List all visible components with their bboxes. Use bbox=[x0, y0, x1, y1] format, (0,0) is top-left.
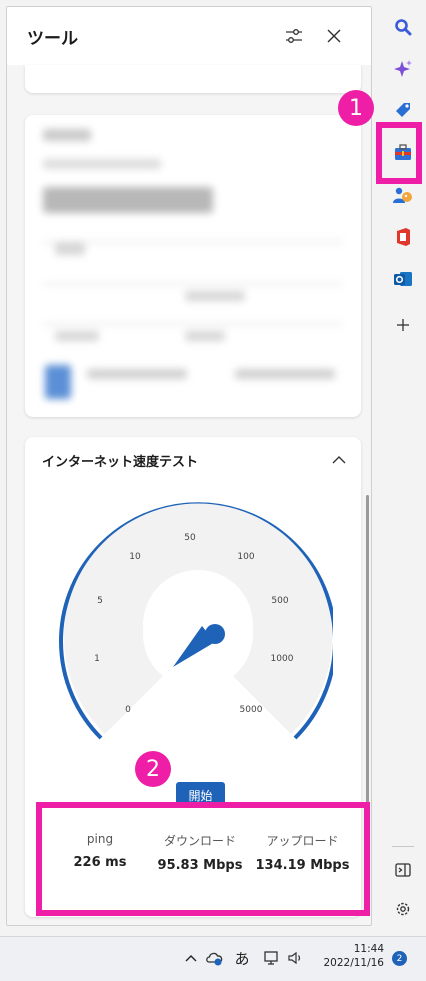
sidebar-shopping[interactable] bbox=[390, 97, 416, 123]
sidebar-panel-icon bbox=[395, 863, 411, 877]
collapse-button[interactable] bbox=[327, 447, 351, 471]
copilot-icon bbox=[394, 60, 412, 77]
network-icon bbox=[264, 951, 278, 965]
shopping-tag-icon bbox=[396, 103, 410, 117]
customize-button[interactable] bbox=[277, 19, 311, 53]
chevron-up-icon bbox=[332, 455, 346, 463]
sidebar-add[interactable] bbox=[390, 312, 416, 338]
close-icon bbox=[327, 29, 341, 43]
system-clock[interactable]: 11:44 2022/11/16 bbox=[320, 942, 384, 970]
blurred-tool-card bbox=[25, 115, 361, 417]
cloud-sync-icon bbox=[206, 952, 223, 966]
settings-icon bbox=[396, 902, 410, 916]
ime-indicator[interactable]: あ bbox=[231, 947, 253, 969]
sidebar-office[interactable] bbox=[390, 224, 416, 250]
sidebar-divider bbox=[392, 846, 414, 847]
download-label: ダウンロード bbox=[163, 834, 236, 848]
taskbar: あ 11:44 2022/11/16 2 bbox=[0, 936, 426, 981]
panel-scrollbar[interactable] bbox=[366, 495, 369, 915]
sliders-icon bbox=[286, 29, 302, 43]
download-value: 95.83 Mbps bbox=[157, 858, 243, 873]
blurred-content bbox=[25, 115, 361, 417]
gauge-label: 500 bbox=[271, 596, 288, 606]
upload-label: アップロード bbox=[266, 834, 339, 848]
speed-test-title: インターネット速度テスト bbox=[42, 455, 199, 470]
start-button[interactable]: 開始 bbox=[176, 782, 225, 808]
upload-stat: アップロード 134.19 Mbps bbox=[255, 832, 350, 873]
sidebar-hide-panel[interactable] bbox=[390, 857, 416, 883]
chevron-up-icon bbox=[185, 955, 197, 962]
volume-tray[interactable] bbox=[285, 947, 307, 969]
gauge-label: 5 bbox=[97, 596, 103, 606]
sidebar-games[interactable] bbox=[390, 182, 416, 208]
sidebar-tools[interactable] bbox=[390, 140, 416, 166]
tools-icon bbox=[395, 144, 411, 160]
ping-value: 226 ms bbox=[73, 855, 127, 870]
gauge-label: 10 bbox=[129, 552, 141, 562]
speaker-icon bbox=[288, 951, 301, 965]
speed-gauge: 0 1 5 10 50 100 500 1000 5000 bbox=[59, 502, 333, 740]
download-stat: ダウンロード 95.83 Mbps bbox=[155, 832, 245, 873]
close-button[interactable] bbox=[317, 19, 351, 53]
onedrive-tray[interactable] bbox=[204, 947, 226, 969]
outlook-icon bbox=[394, 272, 412, 286]
clock-time: 11:44 bbox=[353, 943, 384, 955]
sidebar-outlook[interactable] bbox=[390, 266, 416, 292]
sidebar-search[interactable] bbox=[390, 14, 416, 40]
edge-sidebar-rail bbox=[380, 0, 426, 936]
network-tray[interactable] bbox=[262, 947, 284, 969]
gauge-label: 100 bbox=[237, 552, 254, 562]
speed-results: ping 226 ms ダウンロード 95.83 Mbps アップロード 134… bbox=[45, 832, 350, 912]
sidebar-copilot[interactable] bbox=[390, 56, 416, 82]
gauge-label: 5000 bbox=[240, 705, 263, 715]
gauge-label: 0 bbox=[125, 705, 131, 715]
upload-value: 134.19 Mbps bbox=[255, 858, 350, 873]
gauge-label: 1 bbox=[94, 654, 100, 664]
games-icon bbox=[393, 187, 412, 203]
panel-title: ツール bbox=[27, 28, 78, 49]
gauge-needle-cap bbox=[205, 624, 225, 644]
previous-tool-card bbox=[25, 65, 361, 93]
clock-date: 2022/11/16 bbox=[323, 957, 384, 969]
show-hidden-icons[interactable] bbox=[180, 947, 202, 969]
add-icon bbox=[397, 319, 409, 331]
search-icon bbox=[395, 19, 412, 36]
gauge-label: 50 bbox=[184, 533, 196, 543]
panel-header: ツール bbox=[7, 7, 371, 65]
speed-test-card: インターネット速度テスト 0 1 5 10 50 100 500 1000 50… bbox=[25, 437, 361, 917]
tools-panel: ツール インターネット速度テスト 0 1 5 10 50 100 500 100… bbox=[6, 6, 372, 926]
ping-label: ping bbox=[86, 832, 114, 846]
gauge-label: 1000 bbox=[271, 654, 294, 664]
notification-badge[interactable]: 2 bbox=[392, 951, 407, 966]
edge-sidebar-window: ツール インターネット速度テスト 0 1 5 10 50 100 500 100… bbox=[0, 0, 426, 981]
sidebar-settings[interactable] bbox=[390, 896, 416, 922]
annotation-badge-1: 1 bbox=[338, 90, 374, 126]
office-icon bbox=[397, 228, 410, 246]
ping-stat: ping 226 ms bbox=[70, 832, 130, 870]
annotation-badge-2: 2 bbox=[135, 751, 171, 787]
